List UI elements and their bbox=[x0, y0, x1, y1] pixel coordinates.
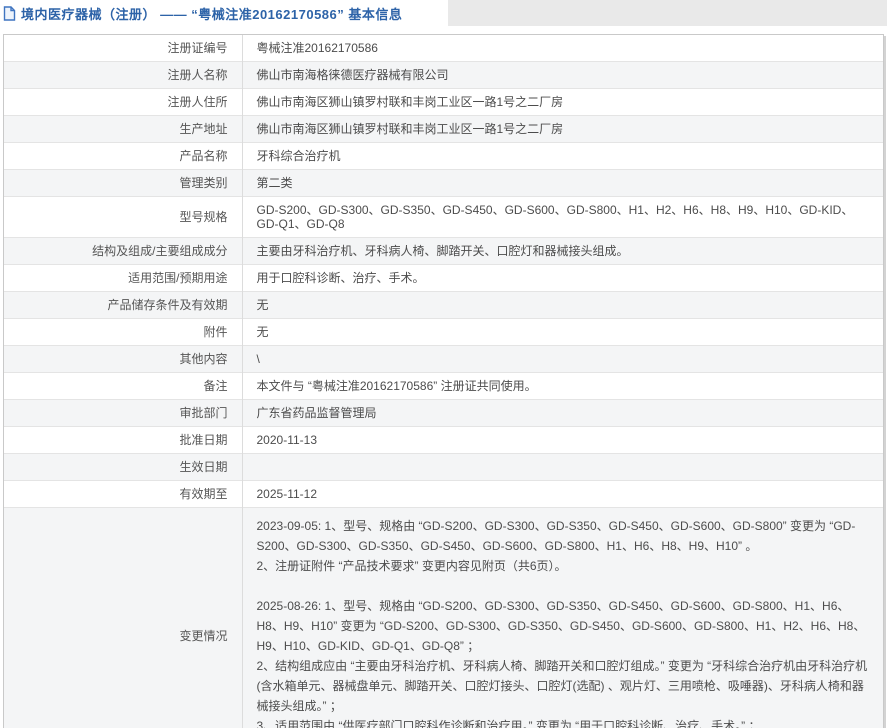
table-row: 变更情况 2023-09-05: 1、型号、规格由 “GD-S200、GD-S3… bbox=[4, 507, 883, 728]
row-label: 备注 bbox=[4, 372, 243, 400]
row-label: 生效日期 bbox=[4, 453, 243, 481]
row-label: 生产地址 bbox=[4, 115, 243, 143]
row-label: 附件 bbox=[4, 318, 243, 346]
title-bar: 境内医疗器械（注册） —— “粤械注准20162170586” 基本信息 bbox=[0, 0, 448, 26]
table-row: 审批部门 广东省药品监督管理局 bbox=[4, 399, 883, 427]
table-row: 适用范围/预期用途 用于口腔科诊断、治疗、手术。 bbox=[4, 264, 883, 292]
change-record: 2023-09-05: 1、型号、规格由 “GD-S200、GD-S300、GD… bbox=[256, 519, 856, 573]
row-label: 产品名称 bbox=[4, 142, 243, 170]
table-row: 其他内容 \ bbox=[4, 345, 883, 373]
table-row: 结构及组成/主要组成成分 主要由牙科治疗机、牙科病人椅、脚踏开关、口腔灯和器械接… bbox=[4, 237, 883, 265]
row-value: 无 bbox=[242, 318, 883, 346]
table-row: 注册人名称 佛山市南海格徕德医疗器械有限公司 bbox=[4, 61, 883, 89]
row-label: 变更情况 bbox=[4, 507, 243, 728]
table-row: 注册人住所 佛山市南海区狮山镇罗村联和丰岗工业区一路1号之二厂房 bbox=[4, 88, 883, 116]
row-label: 其他内容 bbox=[4, 345, 243, 373]
row-label: 管理类别 bbox=[4, 169, 243, 197]
change-record: 2025-08-26: 1、型号、规格由 “GD-S200、GD-S300、GD… bbox=[256, 599, 868, 728]
row-value: GD-S200、GD-S300、GD-S350、GD-S450、GD-S600、… bbox=[242, 196, 883, 238]
header-strip: 境内医疗器械（注册） —— “粤械注准20162170586” 基本信息 bbox=[0, 0, 887, 26]
table-row: 附件 无 bbox=[4, 318, 883, 346]
row-value: 粤械注准20162170586 bbox=[256, 41, 378, 55]
row-value: 2025-11-12 bbox=[242, 480, 883, 508]
table-row: 产品名称 牙科综合治疗机 bbox=[4, 142, 883, 170]
row-label: 审批部门 bbox=[4, 399, 243, 427]
document-icon bbox=[3, 5, 16, 21]
table-row: 生效日期 bbox=[4, 453, 883, 481]
row-value: 佛山市南海区狮山镇罗村联和丰岗工业区一路1号之二厂房 bbox=[242, 88, 883, 116]
row-value bbox=[242, 453, 883, 481]
row-label: 结构及组成/主要组成成分 bbox=[4, 237, 243, 265]
row-label: 批准日期 bbox=[4, 426, 243, 454]
table-row: 型号规格 GD-S200、GD-S300、GD-S350、GD-S450、GD-… bbox=[4, 196, 883, 238]
row-value: 主要由牙科治疗机、牙科病人椅、脚踏开关、口腔灯和器械接头组成。 bbox=[242, 237, 883, 265]
row-label: 有效期至 bbox=[4, 480, 243, 508]
table-row: 管理类别 第二类 bbox=[4, 169, 883, 197]
row-label: 注册证编号 bbox=[4, 35, 243, 62]
table-row: 备注 本文件与 “粤械注准20162170586” 注册证共同使用。 bbox=[4, 372, 883, 400]
row-value: 第二类 bbox=[242, 169, 883, 197]
table-row: 有效期至 2025-11-12 bbox=[4, 480, 883, 508]
registration-info-table: 注册证编号 粤械注准20162170586 注册人名称 佛山市南海格徕德医疗器械… bbox=[4, 35, 883, 728]
row-label: 型号规格 bbox=[4, 196, 243, 238]
table-row: 生产地址 佛山市南海区狮山镇罗村联和丰岗工业区一路1号之二厂房 bbox=[4, 115, 883, 143]
row-label: 注册人住所 bbox=[4, 88, 243, 116]
row-value: 佛山市南海区狮山镇罗村联和丰岗工业区一路1号之二厂房 bbox=[242, 115, 883, 143]
row-value: 佛山市南海格徕德医疗器械有限公司 bbox=[242, 61, 883, 89]
row-value: 无 bbox=[242, 291, 883, 319]
table-row: 批准日期 2020-11-13 bbox=[4, 426, 883, 454]
row-value: 2023-09-05: 1、型号、规格由 “GD-S200、GD-S300、GD… bbox=[242, 507, 883, 728]
row-value: 本文件与 “粤械注准20162170586” 注册证共同使用。 bbox=[242, 372, 883, 400]
row-value: 2020-11-13 bbox=[242, 426, 883, 454]
row-label: 产品储存条件及有效期 bbox=[4, 291, 243, 319]
row-value: \ bbox=[242, 345, 883, 373]
table-row: 产品储存条件及有效期 无 bbox=[4, 291, 883, 319]
page-title: 境内医疗器械（注册） —— “粤械注准20162170586” 基本信息 bbox=[21, 6, 403, 22]
row-value: 广东省药品监督管理局 bbox=[242, 399, 883, 427]
row-label: 注册人名称 bbox=[4, 61, 243, 89]
table-row: 注册证编号 粤械注准20162170586 bbox=[4, 35, 883, 62]
registration-info-card: 注册证编号 粤械注准20162170586 注册人名称 佛山市南海格徕德医疗器械… bbox=[3, 34, 884, 728]
row-label: 适用范围/预期用途 bbox=[4, 264, 243, 292]
row-value: 牙科综合治疗机 bbox=[242, 142, 883, 170]
row-value: 用于口腔科诊断、治疗、手术。 bbox=[242, 264, 883, 292]
